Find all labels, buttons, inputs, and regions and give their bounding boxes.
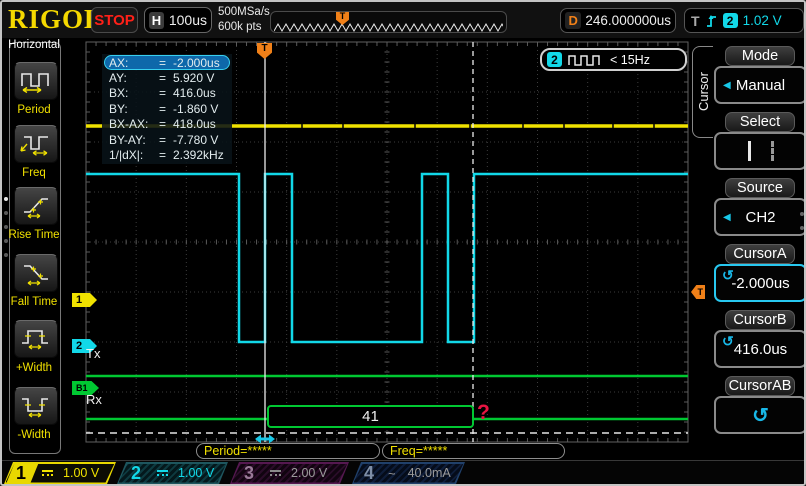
rotate-knob-icon: ↺: [722, 333, 734, 350]
dc-coupling-icon: [42, 470, 53, 476]
measurement-row: AY: = 5.920 V: [104, 70, 230, 85]
cursor-b-button[interactable]: ↺ 416.0us: [714, 330, 806, 368]
square-wave-icon: [568, 54, 604, 66]
period-button[interactable]: [14, 62, 58, 100]
fall-time-button[interactable]: [14, 254, 58, 292]
measurement-row: 1/|dX|: = 2.392kHz: [104, 147, 230, 162]
cursor-ab-title: CursorAB: [725, 376, 795, 396]
right-page-dot: [800, 212, 804, 216]
plus-width-button[interactable]: [14, 320, 58, 358]
minus-width-label: -Width: [2, 429, 66, 441]
menu-name-tab: Cursor: [692, 46, 713, 138]
cursor-b-title: CursorB: [725, 310, 795, 330]
ac-coupling-icon: ~: [388, 466, 396, 481]
decoded-byte-box: 41: [267, 405, 474, 428]
measurement-row: BX: = 416.0us: [104, 86, 230, 101]
left-menu-title: Horizontal: [2, 39, 66, 51]
period-icon: [18, 68, 54, 94]
rise-time-label: Rise Time: [2, 229, 66, 241]
left-triangle-icon: ◀: [723, 212, 731, 223]
select-button[interactable]: [714, 132, 806, 170]
rise-time-icon: [18, 193, 54, 219]
fall-time-label: Fall Time: [2, 296, 66, 308]
cursor-a-solid-icon: [748, 141, 751, 161]
menu-page-dot: [4, 197, 8, 201]
plus-width-label: +Width: [2, 362, 66, 374]
channel-status-bar: 1 1.00 V 2 1.00 V 3 2.00 V: [2, 460, 806, 484]
period-label: Period: [2, 104, 66, 116]
measurement-row: AX: = -2.000us: [104, 55, 230, 70]
freq-icon: [18, 131, 54, 157]
minus-width-button[interactable]: [14, 387, 58, 425]
source-button[interactable]: ◀ CH2: [714, 198, 806, 236]
channel2-status[interactable]: 2 1.00 V: [117, 462, 228, 484]
right-page-dot: [800, 226, 804, 230]
left-triangle-icon: ◀: [723, 80, 731, 91]
fall-time-icon: [18, 260, 54, 286]
channel4-status[interactable]: 4 ~ 40.0mA: [352, 462, 465, 484]
dc-coupling-icon: [270, 470, 281, 476]
measurement-row: BY: = -1.860 V: [104, 101, 230, 116]
decode-error-mark: ?: [477, 401, 490, 425]
source-title: Source: [725, 178, 795, 198]
select-title: Select: [725, 112, 795, 132]
rotate-knob-icon: ↺: [752, 403, 769, 428]
cursor-ab-button[interactable]: ↺: [714, 396, 806, 434]
freq-readout: Freq=*****: [382, 443, 565, 459]
freq-counter-value: < 15Hz: [610, 53, 650, 67]
rotate-knob-icon: ↺: [722, 267, 734, 284]
mode-button[interactable]: ◀ Manual: [714, 66, 806, 104]
tx-label: Tx: [86, 346, 100, 361]
freq-label: Freq: [2, 167, 66, 179]
measurement-row: BX-AX: = 418.0us: [104, 117, 230, 132]
channel1-status[interactable]: 1 1.00 V: [4, 462, 116, 484]
rx-label: Rx: [86, 392, 102, 407]
menu-page-dot: [4, 211, 8, 215]
cursor-b-dashed-icon: [771, 141, 774, 161]
dc-coupling-icon: [157, 470, 168, 476]
measurement-row: BY-AY: = -7.780 V: [104, 132, 230, 147]
period-readout: Period=*****: [196, 443, 380, 459]
freq-counter-channel-badge: 2: [547, 52, 562, 67]
mode-title: Mode: [725, 46, 795, 66]
channel3-status[interactable]: 3 2.00 V: [230, 462, 349, 484]
minus-width-icon: [18, 393, 54, 419]
menu-page-dot: [4, 253, 8, 257]
rise-time-button[interactable]: [14, 187, 58, 225]
freq-button[interactable]: [14, 125, 58, 163]
menu-page-dot: [4, 239, 8, 243]
cursor-a-title: CursorA: [725, 244, 795, 264]
plus-width-icon: [18, 326, 54, 352]
hardware-freq-counter: 2 < 15Hz: [540, 48, 687, 71]
oscilloscope-screen: RIGOL STOP H 100us 500MSa/s 600k pts T D…: [0, 0, 806, 486]
cursor-a-button[interactable]: ↺ -2.000us: [714, 264, 806, 302]
menu-page-dot: [4, 225, 8, 229]
cursor-measurement-panel: AX: = -2.000us AY: = 5.920 V BX: = 416.0…: [102, 54, 232, 164]
